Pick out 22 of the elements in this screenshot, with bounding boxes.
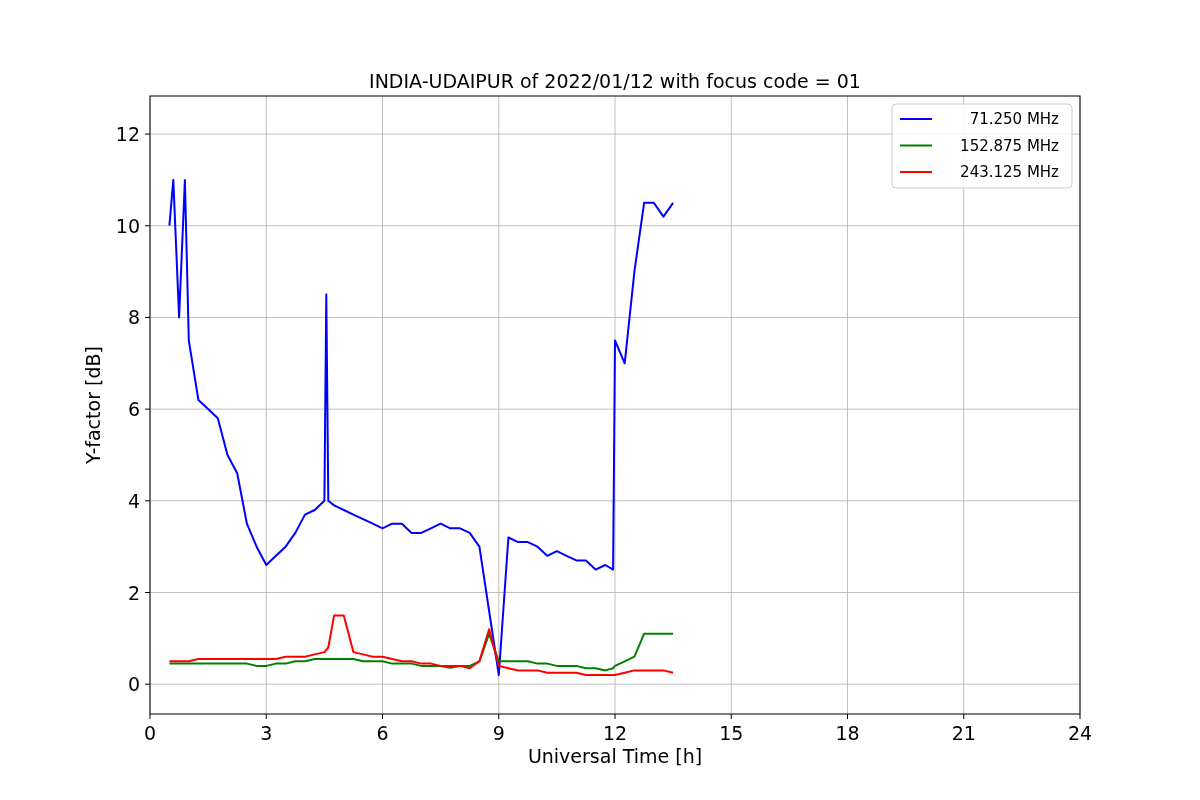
tick-label: 0 bbox=[127, 673, 140, 696]
tick-label: 6 bbox=[376, 722, 389, 744]
tick-label: 10 bbox=[115, 214, 140, 237]
tick-label: 24 bbox=[1067, 722, 1093, 744]
legend-label: 152.875 MHz bbox=[960, 136, 1059, 155]
tick-label: 3 bbox=[260, 722, 273, 744]
tick-label: 0 bbox=[143, 722, 157, 744]
tick-label: 2 bbox=[127, 581, 140, 604]
legend-label: 243.125 MHz bbox=[960, 163, 1059, 181]
chart-title: INDIA-UDAIPUR of 2022/01/12 with focus code = 01 bbox=[369, 70, 861, 92]
tick-label: 4 bbox=[127, 489, 140, 512]
tick-label: 21 bbox=[951, 722, 976, 744]
x-axis-label: Universal Time [h] bbox=[527, 745, 703, 767]
legend-label: 71.250 MHz bbox=[969, 110, 1059, 128]
y-axis-label: Y-factor [dB] bbox=[82, 346, 104, 464]
tick-label: 12 bbox=[115, 123, 140, 146]
tick-label: 18 bbox=[835, 722, 860, 744]
tick-label: 9 bbox=[492, 722, 505, 744]
tick-label: 12 bbox=[602, 722, 628, 744]
tick-label: 8 bbox=[127, 306, 140, 329]
tick-label: 15 bbox=[719, 722, 744, 744]
tick-label: 6 bbox=[127, 398, 140, 421]
